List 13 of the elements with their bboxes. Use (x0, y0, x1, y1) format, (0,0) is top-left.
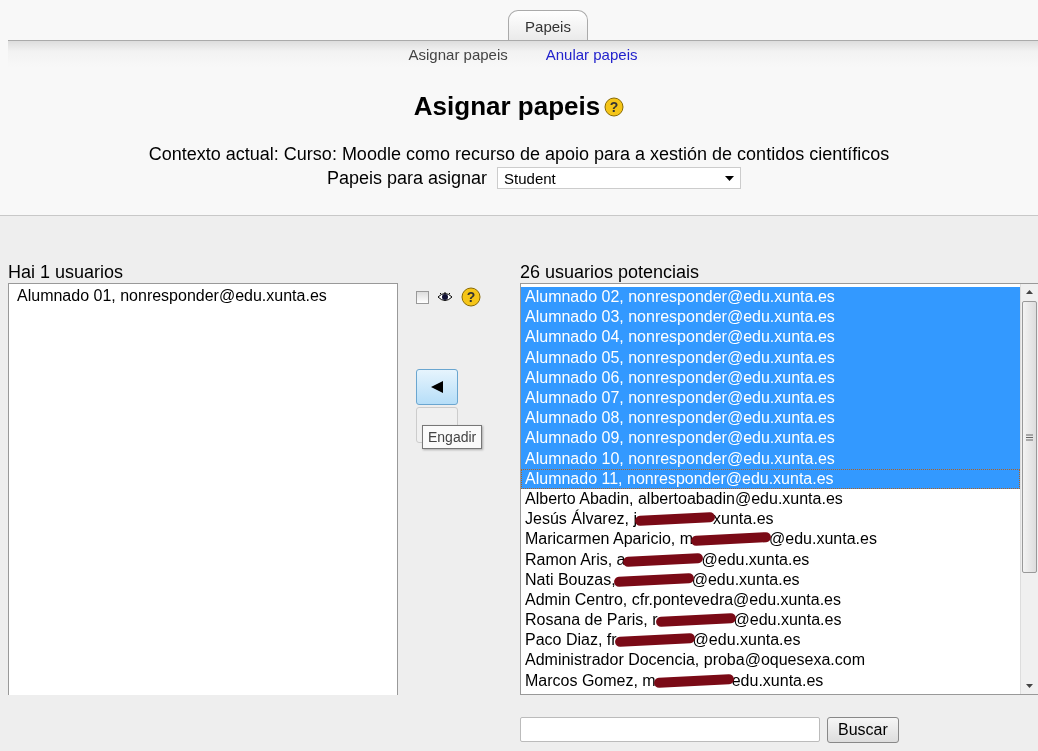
email-text: @edu.xunta.es (769, 529, 877, 550)
email-text: xunta.es (713, 509, 774, 530)
email-text: @edu.xunta.es (733, 610, 842, 631)
page-heading: Asignar papeis (413, 91, 601, 122)
email-text: edu.xunta.es (731, 670, 824, 691)
tooltip: Engadir (422, 425, 483, 449)
email-text: @edu.xunta.es (701, 549, 810, 570)
email-text: @edu.xunta.es (691, 569, 800, 590)
role-label: Papeis para asignar (326, 167, 488, 189)
list-title: Hai 1 usuarios (8, 261, 125, 283)
email-text: @edu.xunta.es (692, 630, 801, 651)
context-text: Contexto actual: Curso: Moodle como recurso de apoio para a xestión de contidos científicos (147, 144, 891, 165)
list-title: 26 usuarios potenciais (520, 261, 701, 283)
